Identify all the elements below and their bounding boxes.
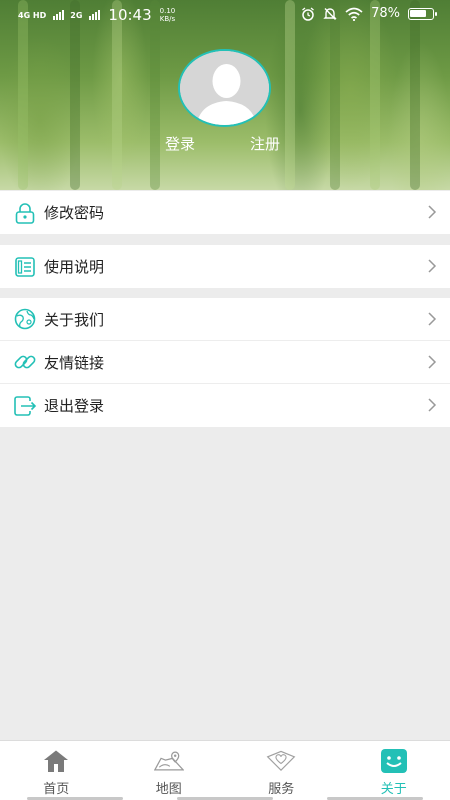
wifi-icon xyxy=(345,7,363,21)
menu-item-friendly-links[interactable]: 友情链接 xyxy=(0,341,450,384)
chevron-right-icon xyxy=(428,312,437,326)
tab-map[interactable]: 地图 xyxy=(113,741,226,800)
menu-item-instructions[interactable]: 使用说明 xyxy=(0,245,450,288)
menu-group-misc: 关于我们 友情链接 退出登录 xyxy=(0,298,450,427)
tab-label: 首页 xyxy=(43,782,70,797)
battery-percent: 78% xyxy=(371,6,400,21)
profile-header: 4G HD 2G 10:43 0.10 KB/s 78% 登录 注册 xyxy=(0,0,450,190)
battery-icon xyxy=(408,7,437,20)
default-user-icon xyxy=(180,51,269,125)
login-link[interactable]: 登录 xyxy=(165,133,195,154)
avatar[interactable] xyxy=(178,49,271,127)
menu-label: 退出登录 xyxy=(44,397,105,415)
home-icon xyxy=(41,747,71,775)
network-speed: 0.10 KB/s xyxy=(159,7,176,23)
mute-icon xyxy=(323,7,337,20)
chevron-right-icon xyxy=(428,355,437,369)
tab-about[interactable]: 关于 xyxy=(338,741,450,800)
network-indicator-2: 2G xyxy=(70,10,83,20)
menu-item-logout[interactable]: 退出登录 xyxy=(0,384,450,427)
menu-item-about-us[interactable]: 关于我们 xyxy=(0,298,450,341)
menu-group-account: 修改密码 xyxy=(0,191,450,234)
menu-label: 友情链接 xyxy=(44,353,105,372)
alarm-icon xyxy=(302,6,314,21)
logout-icon xyxy=(12,393,38,419)
menu-item-change-password[interactable]: 修改密码 xyxy=(0,191,450,234)
tab-label: 地图 xyxy=(155,782,182,797)
register-link[interactable]: 注册 xyxy=(250,133,280,154)
chevron-right-icon xyxy=(428,398,437,412)
signal-icon-2 xyxy=(89,10,101,20)
lock-icon xyxy=(12,200,38,226)
status-bar: 4G HD 2G 10:43 0.10 KB/s 78% xyxy=(0,0,450,30)
chevron-right-icon xyxy=(428,205,437,219)
bottom-tab-bar: 首页 地图 服务 关于 xyxy=(0,740,450,800)
menu-label: 修改密码 xyxy=(44,204,105,222)
globe-icon xyxy=(12,306,38,332)
tab-label: 关于 xyxy=(380,782,407,797)
tab-home[interactable]: 首页 xyxy=(0,741,113,800)
document-icon xyxy=(12,254,38,280)
menu-label: 使用说明 xyxy=(44,258,105,276)
network-indicator-1: 4G HD xyxy=(18,10,47,20)
map-icon xyxy=(153,747,184,775)
clock: 10:43 xyxy=(108,6,152,24)
signal-icon xyxy=(53,10,65,20)
link-icon xyxy=(12,349,38,375)
service-icon xyxy=(266,747,296,775)
menu-group-help: 使用说明 xyxy=(0,245,450,288)
menu-label: 关于我们 xyxy=(44,310,105,329)
chevron-right-icon xyxy=(428,259,437,273)
tab-label: 服务 xyxy=(268,782,295,797)
tab-service[interactable]: 服务 xyxy=(225,741,338,800)
about-icon xyxy=(379,747,409,775)
